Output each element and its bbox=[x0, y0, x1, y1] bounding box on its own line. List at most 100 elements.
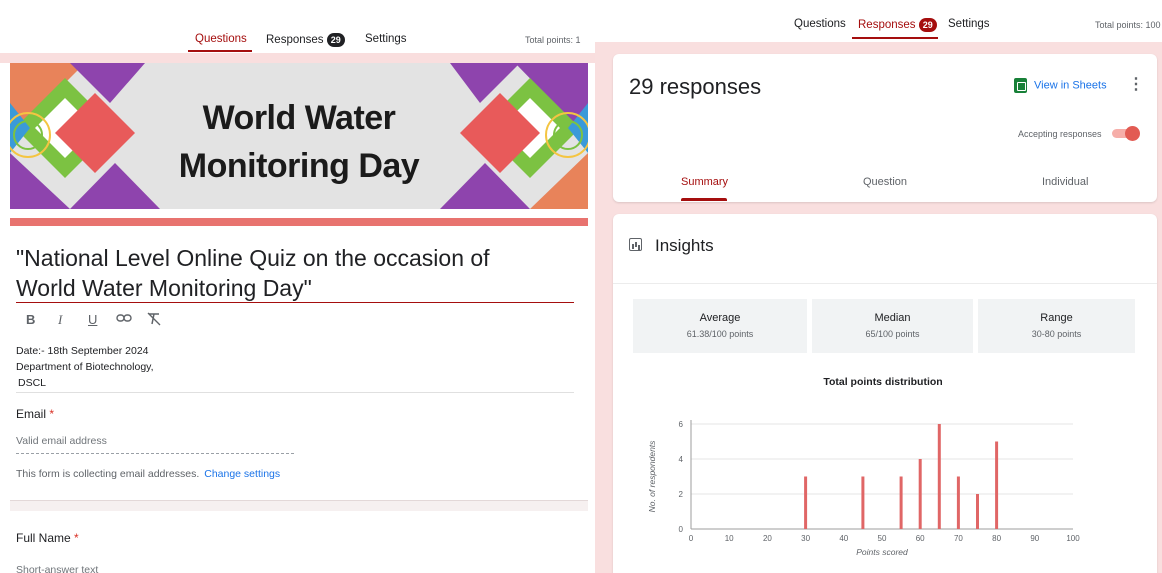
x-tick-label: 80 bbox=[992, 534, 1001, 543]
total-points: Total points: 1 bbox=[525, 35, 581, 45]
bold-icon[interactable]: B bbox=[26, 312, 35, 327]
x-tick-label: 60 bbox=[916, 534, 925, 543]
tab-responses[interactable]: Responses 29 bbox=[266, 33, 345, 47]
x-tick-label: 0 bbox=[689, 534, 694, 543]
chart-bar bbox=[976, 494, 979, 529]
stat-label: Median bbox=[874, 312, 911, 324]
stat-label: Range bbox=[1040, 312, 1073, 324]
toggle-knob bbox=[1125, 126, 1140, 141]
form-title[interactable]: "National Level Online Quiz on the occas… bbox=[16, 243, 576, 303]
tab-settings[interactable]: Settings bbox=[948, 18, 990, 30]
tab-active-indicator bbox=[852, 37, 938, 39]
collecting-text: This form is collecting email addresses. bbox=[16, 468, 200, 480]
y-tick-label: 2 bbox=[679, 490, 684, 499]
chart-bar bbox=[918, 459, 922, 529]
x-axis-label: Points scored bbox=[856, 547, 908, 557]
x-tick-label: 30 bbox=[801, 534, 810, 543]
tab-active-indicator bbox=[188, 50, 252, 52]
points-distribution-chart: Total points distribution02460 10 20 30 40 50… bbox=[647, 376, 1080, 557]
tab-settings[interactable]: Settings bbox=[365, 33, 407, 45]
clear-format-icon[interactable] bbox=[146, 312, 162, 329]
subtab-summary[interactable]: Summary bbox=[681, 176, 728, 188]
chart-bar bbox=[937, 424, 941, 529]
editor-tabs: Questions Responses 29 Settings bbox=[0, 33, 595, 53]
stat-average: Average 61.38/100 points bbox=[633, 299, 807, 353]
required-mark: * bbox=[49, 407, 55, 421]
form-editor-header: Questions Responses 29 Settings Total po… bbox=[0, 0, 595, 52]
email-label: Email bbox=[16, 407, 47, 421]
stat-median: Median 65/100 points bbox=[812, 299, 973, 353]
y-tick-label: 6 bbox=[679, 420, 684, 429]
stat-label: Average bbox=[699, 312, 741, 324]
form-description[interactable]: Date:- 18th September 2024 Department of… bbox=[16, 343, 154, 391]
x-tick-label: 20 bbox=[763, 534, 772, 543]
y-axis-label: No. of respondents bbox=[647, 440, 657, 513]
divider bbox=[613, 283, 1157, 284]
title-focus-underline bbox=[16, 302, 574, 303]
question-card-gap bbox=[10, 500, 588, 511]
view-in-sheets-button[interactable]: View in Sheets bbox=[1014, 78, 1107, 93]
chart-bar bbox=[899, 476, 903, 529]
sheets-icon bbox=[1014, 78, 1027, 93]
short-answer-field[interactable]: Short-answer text bbox=[16, 564, 98, 573]
insights-icon bbox=[629, 238, 642, 251]
underline-icon[interactable]: U bbox=[88, 312, 97, 327]
required-mark: * bbox=[74, 531, 79, 545]
chart-bar bbox=[804, 476, 808, 529]
banner-title-line1: World Water bbox=[202, 99, 396, 137]
tab-questions[interactable]: Questions bbox=[195, 33, 247, 45]
x-tick-label: 100 bbox=[1066, 534, 1080, 543]
responses-summary-card: 29 responses View in Sheets ⋮ Accepting … bbox=[613, 54, 1157, 202]
change-settings-link[interactable]: Change settings bbox=[204, 468, 280, 480]
total-points: Total points: 100 bbox=[1095, 20, 1161, 30]
description-line2: Department of Biotechnology, bbox=[16, 361, 154, 373]
page-background-band bbox=[0, 53, 595, 63]
responses-count-badge: 29 bbox=[918, 18, 937, 32]
responses-panel: Questions Responses 29 Settings Total po… bbox=[595, 0, 1162, 573]
full-name-question-label: Full Name * bbox=[16, 531, 79, 545]
italic-icon[interactable]: I bbox=[58, 312, 62, 328]
stat-value: 30-80 points bbox=[1031, 329, 1082, 339]
subtab-individual[interactable]: Individual bbox=[1042, 176, 1088, 188]
chart-bar bbox=[956, 476, 960, 529]
chart-bar bbox=[995, 441, 999, 529]
email-field[interactable]: Valid email address bbox=[16, 435, 107, 447]
subtab-question[interactable]: Question bbox=[863, 176, 907, 188]
accepting-responses-toggle[interactable] bbox=[1112, 126, 1140, 141]
more-options-icon[interactable]: ⋮ bbox=[1128, 74, 1144, 94]
x-tick-label: 90 bbox=[1030, 534, 1039, 543]
responses-count-badge: 29 bbox=[326, 33, 345, 47]
x-tick-label: 50 bbox=[878, 534, 887, 543]
form-editor-panel: Questions Responses 29 Settings Total po… bbox=[0, 0, 595, 573]
tab-responses-label: Responses bbox=[858, 19, 916, 31]
chart-bar bbox=[861, 476, 865, 529]
x-tick-label: 70 bbox=[954, 534, 963, 543]
subtab-active-indicator bbox=[681, 198, 727, 201]
accepting-responses-label: Accepting responses bbox=[1018, 129, 1102, 139]
full-name-label: Full Name bbox=[16, 531, 71, 545]
stat-value: 61.38/100 points bbox=[686, 329, 754, 339]
form-accent-bar bbox=[10, 218, 588, 226]
x-tick-label: 40 bbox=[839, 534, 848, 543]
header-banner-image: World Water Monitoring Day bbox=[10, 63, 588, 209]
view-in-sheets-label: View in Sheets bbox=[1034, 79, 1107, 92]
x-tick-label: 10 bbox=[725, 534, 734, 543]
tab-responses[interactable]: Responses 29 bbox=[858, 18, 937, 32]
stat-range: Range 30-80 points bbox=[978, 299, 1135, 353]
email-question-label: Email * bbox=[16, 407, 54, 421]
tab-questions[interactable]: Questions bbox=[794, 18, 846, 30]
email-field-underline bbox=[16, 453, 294, 454]
tab-responses-label: Responses bbox=[266, 34, 324, 46]
y-tick-label: 4 bbox=[679, 455, 684, 464]
divider bbox=[16, 392, 574, 393]
insights-card: Insights Average 61.38/100 points Median… bbox=[613, 214, 1157, 573]
stat-value: 65/100 points bbox=[865, 329, 920, 339]
form-title-line1: "National Level Online Quiz on the occas… bbox=[16, 245, 490, 271]
link-icon[interactable] bbox=[116, 312, 132, 327]
responses-header: Questions Responses 29 Settings Total po… bbox=[595, 0, 1162, 42]
y-tick-label: 0 bbox=[679, 525, 684, 534]
responses-count-title: 29 responses bbox=[629, 74, 762, 99]
form-title-line2: World Water Monitoring Day" bbox=[16, 275, 312, 301]
description-line3: DSCL bbox=[18, 377, 47, 389]
chart-title: Total points distribution bbox=[823, 376, 942, 388]
